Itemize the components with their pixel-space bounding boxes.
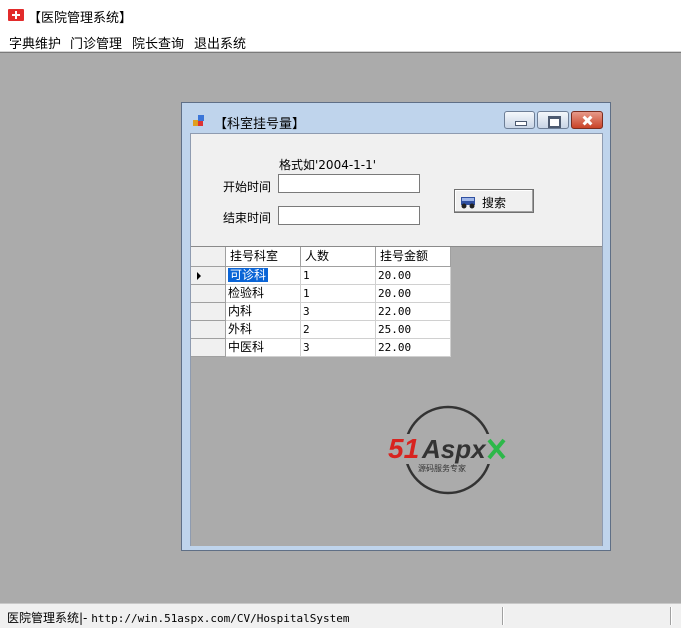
svg-text:Aspx: Aspx [421, 434, 487, 464]
row-header[interactable] [191, 303, 226, 321]
current-row-arrow-icon [197, 272, 201, 280]
end-time-label: 结束时间 [223, 211, 272, 225]
table-row[interactable]: 检验科 1 20.00 [191, 285, 451, 303]
child-window: 【科室挂号量】 格式如'2004-1-1' 开始时间 结束时间 搜索 挂号科室 … [181, 102, 611, 551]
child-window-title: 【科室挂号量】 [214, 117, 306, 132]
svg-text:51: 51 [388, 433, 419, 464]
menu-bar: 字典维护 门诊管理 院长查询 退出系统 [0, 31, 681, 52]
cell-count[interactable]: 3 [301, 303, 376, 321]
date-format-hint: 格式如'2004-1-1' [279, 158, 377, 172]
cell-department[interactable]: 可诊科 [226, 267, 301, 285]
search-panel: 格式如'2004-1-1' 开始时间 结束时间 搜索 [191, 134, 602, 246]
window-title: 【医院管理系统】 [28, 11, 133, 26]
menu-dictionary[interactable]: 字典维护 [9, 33, 61, 52]
cell-amount[interactable]: 20.00 [376, 267, 451, 285]
cell-count[interactable]: 3 [301, 339, 376, 357]
cell-count[interactable]: 2 [301, 321, 376, 339]
grid-corner [191, 247, 226, 267]
watermark-tagline: 源码服务专家 [418, 463, 466, 473]
column-header[interactable]: 人数 [301, 247, 376, 267]
row-header[interactable] [191, 339, 226, 357]
cell-count[interactable]: 1 [301, 285, 376, 303]
grid-area: 挂号科室 人数 挂号金额 可诊科 1 20.00 检验科 1 20.00 内科 … [191, 246, 602, 546]
cell-department[interactable]: 外科 [226, 321, 301, 339]
search-button[interactable]: 搜索 [454, 189, 534, 213]
cell-count[interactable]: 1 [301, 267, 376, 285]
cell-amount[interactable]: 22.00 [376, 303, 451, 321]
status-url: http://win.51aspx.com/CV/HospitalSystem [91, 612, 350, 625]
status-separator: |- [79, 611, 88, 625]
menu-exit[interactable]: 退出系统 [194, 33, 246, 52]
row-header[interactable] [191, 267, 226, 285]
menu-director-query[interactable]: 院长查询 [132, 33, 184, 52]
status-app-name: 医院管理系统 [7, 611, 80, 625]
start-time-input[interactable] [278, 174, 420, 193]
status-divider [502, 607, 503, 625]
status-divider [670, 607, 671, 625]
close-button[interactable] [571, 111, 603, 129]
row-header[interactable] [191, 321, 226, 339]
column-header[interactable]: 挂号科室 [226, 247, 301, 267]
child-client-area: 格式如'2004-1-1' 开始时间 结束时间 搜索 挂号科室 人数 挂号金额 … [190, 133, 603, 546]
cell-department[interactable]: 中医科 [226, 339, 301, 357]
status-text: 医院管理系统|- http://win.51aspx.com/CV/Hospit… [7, 609, 350, 626]
menu-outpatient[interactable]: 门诊管理 [70, 33, 122, 52]
table-row[interactable]: 可诊科 1 20.00 [191, 267, 451, 285]
table-row[interactable]: 中医科 3 22.00 [191, 339, 451, 357]
column-header[interactable]: 挂号金额 [376, 247, 451, 267]
form-icon [193, 115, 205, 127]
table-row[interactable]: 内科 3 22.00 [191, 303, 451, 321]
search-button-label: 搜索 [482, 196, 507, 210]
table-row[interactable]: 外科 2 25.00 [191, 321, 451, 339]
status-bar: 医院管理系统|- http://win.51aspx.com/CV/Hospit… [0, 603, 681, 628]
cell-amount[interactable]: 25.00 [376, 321, 451, 339]
cell-amount[interactable]: 20.00 [376, 285, 451, 303]
main-title-bar: 【医院管理系统】 [0, 0, 681, 31]
row-header[interactable] [191, 285, 226, 303]
start-time-label: 开始时间 [223, 180, 272, 194]
minimize-button[interactable] [504, 111, 535, 129]
binoculars-icon [461, 197, 475, 209]
cell-department[interactable]: 内科 [226, 303, 301, 321]
maximize-button[interactable] [537, 111, 569, 129]
cell-department[interactable]: 检验科 [226, 285, 301, 303]
selected-cell-text: 可诊科 [228, 268, 269, 282]
app-icon [8, 9, 24, 21]
grid-header-row: 挂号科室 人数 挂号金额 [191, 247, 451, 267]
watermark-logo: 51 Aspx 源码服务专家 [386, 405, 511, 495]
end-time-input[interactable] [278, 206, 420, 225]
cell-amount[interactable]: 22.00 [376, 339, 451, 357]
